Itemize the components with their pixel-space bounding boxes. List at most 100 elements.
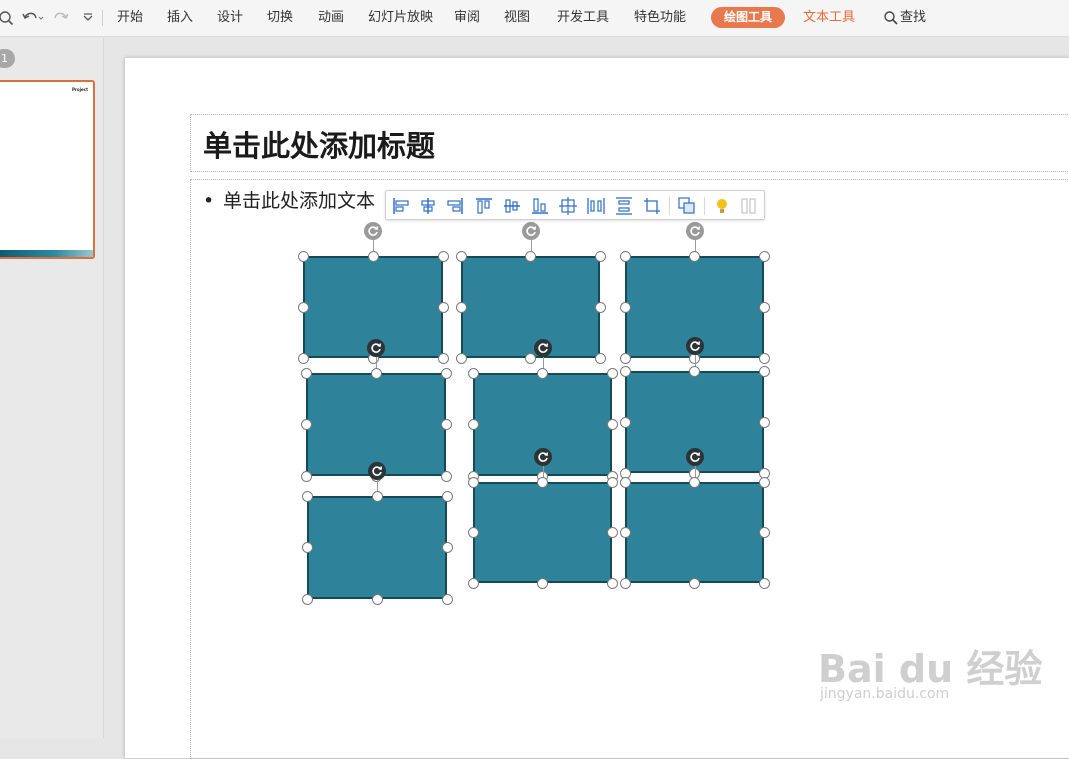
- resize-handle[interactable]: [467, 577, 479, 589]
- resize-handle[interactable]: [537, 577, 548, 589]
- align-top-icon[interactable]: [474, 196, 494, 216]
- resize-handle[interactable]: [441, 490, 453, 502]
- resize-handle[interactable]: [371, 593, 383, 605]
- distribute-vertically-icon[interactable]: [614, 196, 634, 216]
- resize-handle[interactable]: [689, 577, 700, 589]
- resize-handle[interactable]: [537, 476, 548, 488]
- slide-thumbnail-panel[interactable]: 1 Project: [0, 38, 104, 738]
- rotate-handle-icon[interactable]: [533, 339, 552, 357]
- align-center-icon[interactable]: [418, 196, 438, 216]
- resize-handle[interactable]: [619, 476, 631, 488]
- resize-handle[interactable]: [606, 419, 618, 430]
- slide-thumbnail[interactable]: Project: [0, 80, 95, 259]
- rectangle-shape[interactable]: [625, 482, 764, 583]
- resize-handle[interactable]: [758, 527, 770, 538]
- print-preview-icon[interactable]: [0, 9, 14, 27]
- resize-handle[interactable]: [619, 352, 631, 364]
- rotate-handle-icon[interactable]: [521, 222, 540, 240]
- resize-handle[interactable]: [758, 250, 770, 262]
- resize-handle[interactable]: [758, 352, 770, 364]
- rotate-handle-icon[interactable]: [367, 339, 385, 357]
- tab-animations[interactable]: 动画: [318, 9, 344, 27]
- rotate-handle-icon[interactable]: [685, 222, 704, 240]
- tab-special-features[interactable]: 特色功能: [634, 9, 686, 27]
- rotate-handle-icon[interactable]: [364, 222, 382, 240]
- distribute-horizontally-icon[interactable]: [586, 196, 606, 216]
- resize-handle[interactable]: [467, 419, 479, 430]
- tab-insert[interactable]: 插入: [167, 9, 193, 27]
- lightbulb-icon[interactable]: [712, 196, 732, 216]
- resize-handle[interactable]: [437, 250, 449, 262]
- tab-view[interactable]: 视图: [504, 9, 530, 27]
- resize-handle[interactable]: [437, 352, 449, 364]
- undo-icon[interactable]: [22, 9, 44, 27]
- resize-handle[interactable]: [689, 250, 700, 262]
- align-left-icon[interactable]: [391, 196, 411, 216]
- rectangle-shape[interactable]: [461, 256, 600, 358]
- redo-icon[interactable]: [53, 9, 69, 27]
- resize-handle[interactable]: [440, 470, 452, 482]
- resize-handle[interactable]: [441, 542, 453, 553]
- rotate-handle-icon[interactable]: [685, 448, 704, 466]
- resize-handle[interactable]: [467, 367, 479, 379]
- resize-handle[interactable]: [758, 365, 770, 377]
- resize-handle[interactable]: [301, 542, 313, 553]
- resize-handle[interactable]: [301, 593, 313, 605]
- resize-handle[interactable]: [594, 352, 606, 364]
- resize-handle[interactable]: [297, 250, 309, 262]
- resize-handle[interactable]: [440, 367, 452, 379]
- resize-handle[interactable]: [455, 352, 467, 364]
- resize-handle[interactable]: [440, 419, 452, 430]
- more-options-icon[interactable]: [739, 196, 759, 216]
- tab-developer[interactable]: 开发工具: [557, 9, 609, 27]
- resize-handle[interactable]: [606, 367, 618, 379]
- group-shapes-icon[interactable]: [677, 196, 697, 216]
- rotate-handle-icon[interactable]: [533, 448, 552, 466]
- resize-handle[interactable]: [619, 416, 631, 428]
- resize-handle[interactable]: [689, 476, 700, 488]
- resize-handle[interactable]: [297, 301, 309, 313]
- resize-handle[interactable]: [525, 352, 536, 364]
- distribute-center-icon[interactable]: [558, 196, 578, 216]
- resize-handle[interactable]: [606, 527, 618, 538]
- resize-handle[interactable]: [758, 301, 770, 313]
- rotate-handle-icon[interactable]: [685, 337, 704, 355]
- rectangle-shape[interactable]: [306, 373, 446, 476]
- resize-handle[interactable]: [441, 593, 453, 605]
- tab-slideshow[interactable]: 幻灯片放映: [368, 9, 433, 27]
- resize-handle[interactable]: [594, 301, 606, 313]
- align-middle-icon[interactable]: [502, 196, 522, 216]
- resize-handle[interactable]: [467, 476, 479, 488]
- resize-handle[interactable]: [619, 527, 631, 538]
- resize-handle[interactable]: [300, 367, 312, 379]
- resize-handle[interactable]: [619, 301, 631, 313]
- resize-handle[interactable]: [689, 365, 700, 377]
- resize-handle[interactable]: [758, 577, 770, 589]
- resize-handle[interactable]: [370, 367, 382, 379]
- crop-icon[interactable]: [642, 196, 662, 216]
- title-placeholder[interactable]: 单击此处添加标题: [190, 114, 1069, 172]
- tab-home[interactable]: 开始: [117, 9, 143, 27]
- align-bottom-icon[interactable]: [530, 196, 550, 216]
- resize-handle[interactable]: [300, 419, 312, 430]
- tab-review[interactable]: 审阅: [454, 9, 480, 27]
- tab-text-tools[interactable]: 文本工具: [803, 9, 855, 27]
- tab-drawing-tools[interactable]: 绘图工具: [711, 7, 785, 28]
- resize-handle[interactable]: [297, 352, 309, 364]
- rectangle-shape[interactable]: [473, 482, 612, 583]
- align-right-icon[interactable]: [445, 196, 465, 216]
- resize-handle[interactable]: [619, 250, 631, 262]
- resize-handle[interactable]: [300, 470, 312, 482]
- resize-handle[interactable]: [367, 250, 379, 262]
- resize-handle[interactable]: [606, 577, 618, 589]
- resize-handle[interactable]: [619, 365, 631, 377]
- resize-handle[interactable]: [758, 416, 770, 428]
- rectangle-shape[interactable]: [307, 496, 447, 599]
- resize-handle[interactable]: [594, 250, 606, 262]
- resize-handle[interactable]: [525, 250, 536, 262]
- quick-access-dropdown-icon[interactable]: [82, 9, 94, 27]
- tab-design[interactable]: 设计: [217, 9, 243, 27]
- resize-handle[interactable]: [537, 367, 548, 379]
- rotate-handle-icon[interactable]: [368, 462, 386, 480]
- resize-handle[interactable]: [467, 527, 479, 538]
